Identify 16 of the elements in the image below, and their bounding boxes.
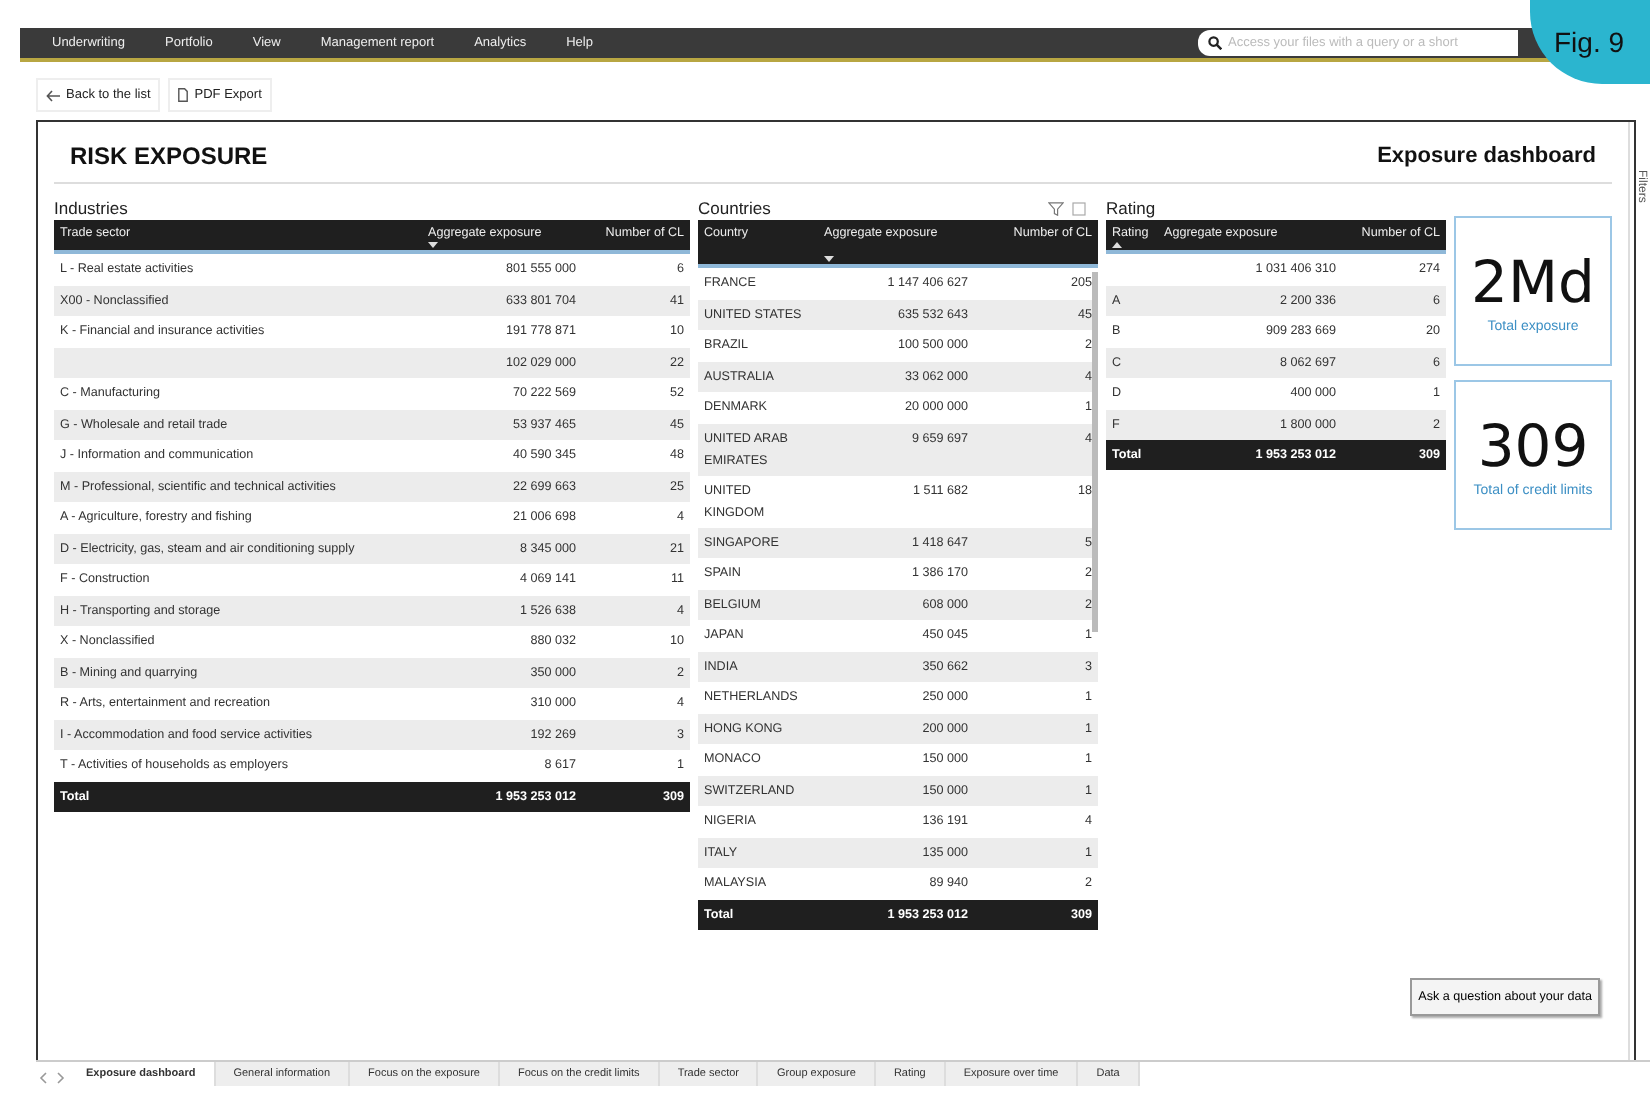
section-title: Countries bbox=[698, 198, 771, 218]
scrollbar[interactable] bbox=[1092, 272, 1098, 632]
expand-icon[interactable] bbox=[1072, 201, 1086, 215]
document-icon bbox=[178, 88, 189, 102]
search-icon bbox=[1208, 36, 1222, 50]
kpi-value: 309 bbox=[1477, 412, 1589, 480]
figure-badge: Fig. 9 bbox=[1530, 0, 1650, 84]
filter-icon[interactable] bbox=[1048, 201, 1064, 215]
report-title: RISK EXPOSURE bbox=[70, 142, 268, 170]
previous-icon[interactable] bbox=[36, 1070, 52, 1086]
section-title: Rating bbox=[1106, 198, 1156, 218]
arrow-left-icon bbox=[46, 89, 60, 101]
next-icon[interactable] bbox=[52, 1070, 68, 1086]
section-title: Industries bbox=[54, 198, 128, 218]
kpi-value: 2Md bbox=[1471, 248, 1595, 316]
report-subtitle: Exposure dashboard bbox=[1377, 144, 1596, 168]
